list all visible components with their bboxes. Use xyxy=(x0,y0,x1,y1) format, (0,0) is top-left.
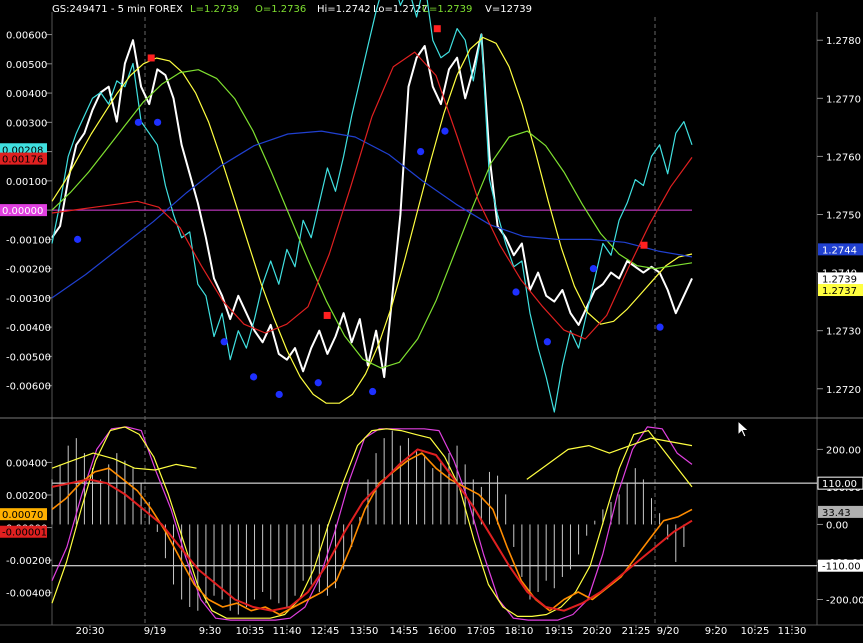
x-tick-label: 9:30 xyxy=(199,626,221,637)
right-value-badge-text: 1.2737 xyxy=(822,286,857,297)
signal-marker-12 xyxy=(433,25,441,33)
x-tick-label: 9:20 xyxy=(705,626,727,637)
x-tick-label: 11:40 xyxy=(273,626,302,637)
osc-left-badge-text: -0.00001 xyxy=(2,528,47,539)
top-left-tick-label: 0.00400 xyxy=(6,89,47,100)
top-right-tick-label: 1.2760 xyxy=(826,152,861,163)
osc-right-badge-text: 110.00 xyxy=(822,479,857,490)
x-tick-label: 17:05 xyxy=(467,626,496,637)
top-right-tick-label: 1.2720 xyxy=(826,385,861,396)
x-tick-label: 9/19 xyxy=(144,626,166,637)
signal-dot-7 xyxy=(314,379,322,387)
top-right-tick-label: 1.2770 xyxy=(826,94,861,105)
signal-marker-16 xyxy=(640,241,648,249)
bot-right-tick-label: -200.00 xyxy=(826,595,863,606)
bot-left-tick-label: -0.00200 xyxy=(6,556,51,567)
x-tick-label: 12:45 xyxy=(311,626,340,637)
signal-dot-1 xyxy=(134,118,142,126)
top-right-tick-label: 1.2780 xyxy=(826,36,861,47)
signal-dot-4 xyxy=(220,338,228,346)
x-tick-label: 21:25 xyxy=(622,626,651,637)
x-tick-label: 14:55 xyxy=(390,626,419,637)
header-symbol: GS:249471 - 5 min FOREX xyxy=(52,4,183,15)
top-left-tick-label: -0.00100 xyxy=(6,235,51,246)
x-tick-label: 16:00 xyxy=(428,626,457,637)
bot-left-tick-label: 0.00200 xyxy=(6,491,47,502)
signal-dot-11 xyxy=(441,127,449,135)
x-tick-label: 20:30 xyxy=(76,626,105,637)
header-last: L=1.2739 xyxy=(190,4,239,15)
header-high: Hi=1.2742 xyxy=(317,4,371,15)
right-value-badge-text: 1.2744 xyxy=(822,245,857,256)
osc-right-badge-text: -110.00 xyxy=(822,562,861,573)
top-right-tick-label: 1.2730 xyxy=(826,327,861,338)
x-tick-label: 20:20 xyxy=(583,626,612,637)
bot-left-tick-label: 0.00400 xyxy=(6,458,47,469)
right-value-badge-text: 1.2739 xyxy=(822,274,857,285)
signal-dot-13 xyxy=(512,288,520,296)
signal-dot-0 xyxy=(74,235,82,243)
top-left-tick-label: 0.00500 xyxy=(6,60,47,71)
top-left-tick-label: -0.00300 xyxy=(6,294,51,305)
header-open: O=1.2736 xyxy=(255,4,306,15)
signal-dot-15 xyxy=(589,265,598,273)
bot-right-tick-label: 0.00 xyxy=(826,520,848,531)
top-right-tick-label: 1.2750 xyxy=(826,211,861,222)
x-tick-label: 10:35 xyxy=(236,626,265,637)
x-tick-label: 19:15 xyxy=(545,626,574,637)
signal-dot-17 xyxy=(656,323,664,331)
signal-dot-6 xyxy=(275,390,283,399)
signal-dot-9 xyxy=(369,387,377,396)
signal-dot-5 xyxy=(250,373,258,381)
bot-right-tick-label: 200.00 xyxy=(826,445,861,456)
x-tick-label: 9/20 xyxy=(657,626,679,637)
chart-canvas[interactable]: GS:249471 - 5 min FOREX L=1.2739 O=1.273… xyxy=(0,0,863,639)
signal-dot-14 xyxy=(543,338,551,346)
chart-header: GS:249471 - 5 min FOREX L=1.2739 O=1.273… xyxy=(52,4,532,15)
mouse-pointer-icon xyxy=(737,420,750,438)
x-tick-label: 10:25 xyxy=(741,626,770,637)
top-left-tick-label: 0.00300 xyxy=(6,118,47,129)
header-volume: V=12739 xyxy=(485,4,532,15)
bot-left-tick-label: -0.00400 xyxy=(6,589,51,600)
top-left-tick-label: -0.00600 xyxy=(6,382,51,393)
signal-marker-8 xyxy=(323,311,331,319)
forex-chart[interactable]: GS:249471 - 5 min FOREX L=1.2739 O=1.273… xyxy=(0,0,863,639)
top-left-tick-label: 0.00100 xyxy=(6,177,47,188)
top-left-tick-label: 0.00600 xyxy=(6,31,47,42)
osc-left-badge-text: 0.00070 xyxy=(2,510,43,521)
signal-dot-2 xyxy=(154,118,162,126)
left-value-badge-text: 0.00000 xyxy=(2,206,43,217)
left-value-badge-text: 0.00176 xyxy=(2,155,43,166)
osc-right-badge-text: 33.43 xyxy=(822,508,851,519)
top-left-tick-label: -0.00400 xyxy=(6,323,51,334)
x-tick-label: 18:10 xyxy=(505,626,534,637)
signal-dot-10 xyxy=(417,147,425,156)
top-left-tick-label: -0.00200 xyxy=(6,265,51,276)
chart-background xyxy=(0,0,863,639)
top-left-tick-label: -0.00500 xyxy=(6,352,51,363)
signal-marker-3 xyxy=(147,54,155,62)
x-tick-label: 11:30 xyxy=(778,626,807,637)
x-tick-label: 13:50 xyxy=(350,626,379,637)
